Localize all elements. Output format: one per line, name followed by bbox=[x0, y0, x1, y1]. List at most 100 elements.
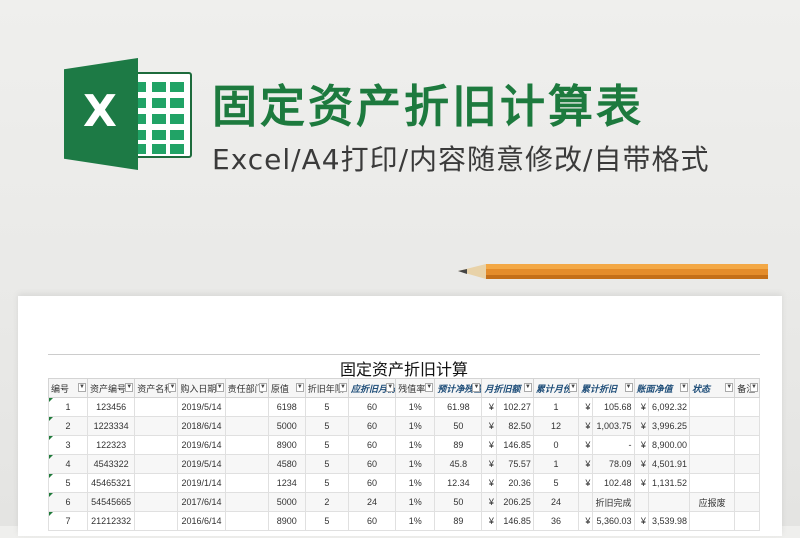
table-cell[interactable] bbox=[224, 397, 269, 417]
table-cell[interactable]: 60 bbox=[347, 454, 397, 474]
table-cell[interactable] bbox=[633, 492, 649, 512]
table-cell[interactable] bbox=[689, 416, 736, 436]
col-header[interactable]: 累计月份 ▼ bbox=[532, 378, 580, 398]
filter-dropdown-icon[interactable]: ▼ bbox=[258, 383, 267, 392]
table-cell[interactable]: 102.27 bbox=[495, 397, 534, 417]
table-cell[interactable]: 60 bbox=[347, 416, 397, 436]
filter-dropdown-icon[interactable]: ▼ bbox=[569, 383, 578, 392]
col-header[interactable]: 状态 ▼ bbox=[689, 378, 736, 398]
filter-dropdown-icon[interactable]: ▼ bbox=[168, 383, 177, 392]
table-cell[interactable] bbox=[134, 416, 179, 436]
filter-dropdown-icon[interactable]: ▼ bbox=[624, 383, 633, 392]
filter-dropdown-icon[interactable]: ▼ bbox=[338, 383, 347, 392]
table-cell[interactable]: ¥ bbox=[578, 473, 594, 493]
table-cell[interactable]: 50 bbox=[434, 416, 483, 436]
table-cell[interactable]: 5 bbox=[304, 473, 349, 493]
table-cell[interactable]: 3,539.98 bbox=[647, 511, 691, 531]
table-cell[interactable]: 60 bbox=[347, 511, 397, 531]
table-cell[interactable]: 5 bbox=[304, 397, 349, 417]
table-cell[interactable] bbox=[734, 435, 760, 455]
table-cell[interactable]: 5 bbox=[304, 435, 349, 455]
filter-dropdown-icon[interactable]: ▼ bbox=[680, 383, 689, 392]
table-cell[interactable]: ¥ bbox=[633, 454, 649, 474]
table-cell[interactable]: ¥ bbox=[633, 416, 649, 436]
table-cell[interactable]: 5 bbox=[532, 473, 580, 493]
table-cell[interactable] bbox=[689, 397, 736, 417]
table-cell[interactable]: 5 bbox=[304, 511, 349, 531]
table-cell[interactable]: 2 bbox=[304, 492, 349, 512]
table-cell[interactable]: ¥ bbox=[481, 416, 497, 436]
col-header[interactable]: 原值 ▼ bbox=[267, 378, 306, 398]
table-cell[interactable] bbox=[734, 492, 760, 512]
filter-dropdown-icon[interactable]: ▼ bbox=[215, 383, 224, 392]
table-cell[interactable]: 1 bbox=[532, 397, 580, 417]
table-cell[interactable]: 45.8 bbox=[434, 454, 483, 474]
table-cell[interactable]: ¥ bbox=[578, 397, 594, 417]
table-cell[interactable]: ¥ bbox=[481, 473, 497, 493]
table-cell[interactable]: 4543322 bbox=[87, 454, 136, 474]
table-cell[interactable]: 24 bbox=[532, 492, 580, 512]
filter-dropdown-icon[interactable]: ▼ bbox=[125, 383, 134, 392]
table-cell[interactable]: 1% bbox=[395, 416, 436, 436]
table-cell[interactable]: 2019/5/14 bbox=[177, 454, 226, 474]
col-header[interactable]: 预计净残值 ▼ bbox=[434, 378, 483, 398]
table-cell[interactable] bbox=[647, 492, 691, 512]
table-cell[interactable]: 75.57 bbox=[495, 454, 534, 474]
table-cell[interactable]: 89 bbox=[434, 435, 483, 455]
table-cell[interactable] bbox=[578, 492, 594, 512]
table-cell[interactable]: 2 bbox=[48, 416, 89, 436]
table-cell[interactable]: 1% bbox=[395, 473, 436, 493]
table-cell[interactable] bbox=[134, 511, 179, 531]
table-cell[interactable]: 6,092.32 bbox=[647, 397, 691, 417]
table-cell[interactable]: 4,501.91 bbox=[647, 454, 691, 474]
table-cell[interactable] bbox=[689, 473, 736, 493]
table-cell[interactable]: 20.36 bbox=[495, 473, 534, 493]
col-header[interactable]: 责任部门 ▼ bbox=[224, 378, 269, 398]
table-cell[interactable]: ¥ bbox=[481, 454, 497, 474]
table-cell[interactable]: 1234 bbox=[267, 473, 306, 493]
filter-dropdown-icon[interactable]: ▼ bbox=[78, 383, 87, 392]
table-cell[interactable]: 1% bbox=[395, 454, 436, 474]
filter-dropdown-icon[interactable]: ▼ bbox=[425, 383, 434, 392]
table-cell[interactable]: 82.50 bbox=[495, 416, 534, 436]
table-cell[interactable] bbox=[134, 492, 179, 512]
table-cell[interactable]: 45465321 bbox=[87, 473, 136, 493]
table-cell[interactable]: ¥ bbox=[481, 435, 497, 455]
table-cell[interactable]: 6198 bbox=[267, 397, 306, 417]
table-cell[interactable] bbox=[734, 397, 760, 417]
table-cell[interactable] bbox=[134, 397, 179, 417]
table-cell[interactable]: 5 bbox=[304, 416, 349, 436]
table-cell[interactable]: 5,360.03 bbox=[592, 511, 635, 531]
table-cell[interactable]: 7 bbox=[48, 511, 89, 531]
table-cell[interactable]: ¥ bbox=[578, 435, 594, 455]
table-cell[interactable] bbox=[734, 454, 760, 474]
table-cell[interactable]: 3,996.25 bbox=[647, 416, 691, 436]
table-cell[interactable]: 2019/6/14 bbox=[177, 435, 226, 455]
table-cell[interactable]: ¥ bbox=[481, 492, 497, 512]
table-cell[interactable]: 2019/1/14 bbox=[177, 473, 226, 493]
table-cell[interactable]: 36 bbox=[532, 511, 580, 531]
table-cell[interactable]: ¥ bbox=[578, 454, 594, 474]
table-cell[interactable]: 60 bbox=[347, 435, 397, 455]
table-cell[interactable]: 折旧完成 bbox=[592, 492, 635, 512]
filter-dropdown-icon[interactable]: ▼ bbox=[750, 383, 758, 392]
table-cell[interactable]: 5 bbox=[48, 473, 89, 493]
table-cell[interactable]: 206.25 bbox=[495, 492, 534, 512]
filter-dropdown-icon[interactable]: ▼ bbox=[523, 383, 532, 392]
table-cell[interactable]: 2017/6/14 bbox=[177, 492, 226, 512]
table-cell[interactable] bbox=[689, 454, 736, 474]
table-cell[interactable] bbox=[134, 473, 179, 493]
table-cell[interactable] bbox=[689, 435, 736, 455]
col-header[interactable]: 折旧年限 ▼ bbox=[304, 378, 349, 398]
table-cell[interactable] bbox=[134, 435, 179, 455]
table-cell[interactable]: ¥ bbox=[633, 397, 649, 417]
table-cell[interactable]: 5000 bbox=[267, 492, 306, 512]
table-cell[interactable]: ¥ bbox=[633, 473, 649, 493]
table-cell[interactable]: 89 bbox=[434, 511, 483, 531]
table-cell[interactable]: 78.09 bbox=[592, 454, 635, 474]
table-cell[interactable]: 5 bbox=[304, 454, 349, 474]
col-header[interactable]: 应折旧月份 ▼ bbox=[347, 378, 397, 398]
table-cell[interactable] bbox=[689, 511, 736, 531]
table-cell[interactable]: 5000 bbox=[267, 416, 306, 436]
table-cell[interactable] bbox=[224, 435, 269, 455]
